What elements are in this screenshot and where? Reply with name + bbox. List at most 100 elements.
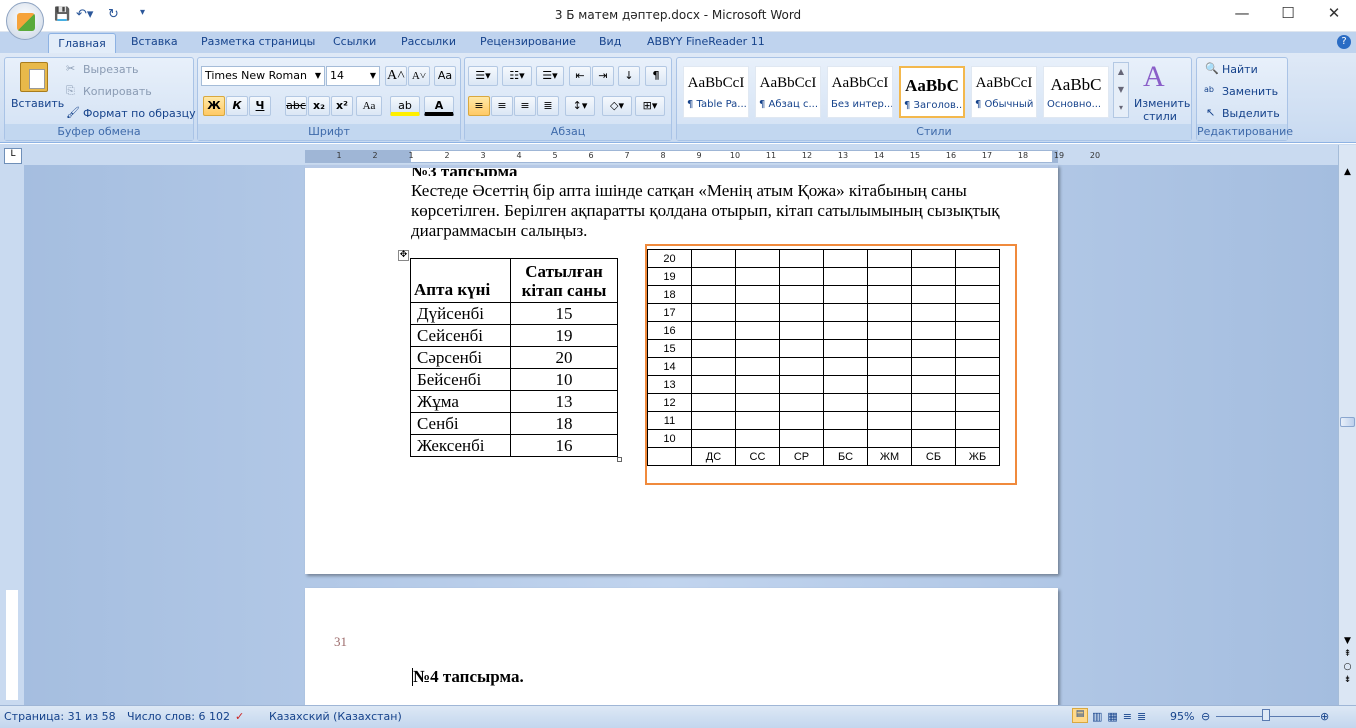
replace-button[interactable]: Заменить bbox=[1222, 85, 1278, 98]
grid-cell[interactable] bbox=[867, 375, 912, 394]
grid-cell[interactable] bbox=[867, 429, 912, 448]
grid-cell[interactable] bbox=[779, 267, 824, 286]
grid-cell[interactable] bbox=[911, 429, 956, 448]
grid-cell[interactable] bbox=[867, 303, 912, 322]
justify-button[interactable]: ≣ bbox=[537, 96, 559, 116]
grid-cell[interactable] bbox=[779, 429, 824, 448]
grid-cell[interactable] bbox=[955, 375, 1000, 394]
numbering-button[interactable]: ☷▾ bbox=[502, 66, 532, 86]
grid-cell[interactable] bbox=[735, 339, 780, 358]
style-body-text[interactable]: AaBbC Основно... bbox=[1043, 66, 1109, 118]
grid-cell[interactable] bbox=[955, 357, 1000, 376]
grid-cell[interactable] bbox=[691, 357, 736, 376]
grid-cell[interactable] bbox=[955, 267, 1000, 286]
grid-cell[interactable] bbox=[867, 411, 912, 430]
grid-cell[interactable] bbox=[691, 267, 736, 286]
grow-font-button[interactable]: A˄ bbox=[385, 66, 407, 86]
grid-cell[interactable] bbox=[823, 321, 868, 340]
increase-indent-button[interactable]: ⇥ bbox=[592, 66, 614, 86]
vertical-ruler[interactable] bbox=[0, 165, 24, 705]
grid-cell[interactable] bbox=[691, 339, 736, 358]
grid-cell[interactable] bbox=[823, 393, 868, 412]
tab-references[interactable]: Ссылки bbox=[333, 35, 376, 48]
grid-cell[interactable] bbox=[823, 249, 868, 268]
grid-cell[interactable] bbox=[867, 393, 912, 412]
grid-cell[interactable] bbox=[735, 249, 780, 268]
close-button[interactable]: ✕ bbox=[1314, 4, 1354, 22]
font-name-select[interactable]: Times New Roman ▼ bbox=[201, 66, 325, 86]
shrink-font-button[interactable]: A˅ bbox=[408, 66, 430, 86]
scroll-up-icon[interactable]: ▲ bbox=[1340, 167, 1355, 181]
sort-button[interactable]: ↓ bbox=[618, 66, 640, 86]
grid-cell[interactable] bbox=[691, 303, 736, 322]
grid-cell[interactable] bbox=[823, 267, 868, 286]
copy-button[interactable]: Копировать bbox=[83, 85, 152, 98]
grid-cell[interactable] bbox=[911, 357, 956, 376]
grid-cell[interactable] bbox=[823, 429, 868, 448]
grid-cell[interactable] bbox=[735, 357, 780, 376]
grid-cell[interactable] bbox=[779, 357, 824, 376]
grid-cell[interactable] bbox=[691, 321, 736, 340]
style-heading[interactable]: AaBbC ¶ Заголов... bbox=[899, 66, 965, 118]
grid-cell[interactable] bbox=[691, 249, 736, 268]
page-count[interactable]: Страница: 31 из 58 bbox=[4, 710, 116, 723]
underline-button[interactable]: Ч bbox=[249, 96, 271, 116]
grid-cell[interactable] bbox=[911, 303, 956, 322]
superscript-button[interactable]: x² bbox=[331, 96, 353, 116]
format-painter-button[interactable]: Формат по образцу bbox=[83, 107, 196, 120]
grid-cell[interactable] bbox=[911, 375, 956, 394]
grid-cell[interactable] bbox=[735, 411, 780, 430]
highlight-button[interactable]: ab bbox=[390, 96, 420, 116]
grid-cell[interactable] bbox=[867, 357, 912, 376]
grid-cell[interactable] bbox=[779, 411, 824, 430]
maximize-button[interactable]: ☐ bbox=[1268, 4, 1308, 22]
grid-cell[interactable] bbox=[911, 321, 956, 340]
vertical-scrollbar[interactable]: ▲ ▼ ⇞ ○ ⇟ bbox=[1338, 145, 1356, 705]
grid-cell[interactable] bbox=[955, 429, 1000, 448]
grid-cell[interactable] bbox=[867, 321, 912, 340]
grid-cell[interactable] bbox=[867, 249, 912, 268]
paste-icon[interactable] bbox=[20, 62, 48, 92]
grid-cell[interactable] bbox=[823, 339, 868, 358]
grid-cell[interactable] bbox=[955, 249, 1000, 268]
grid-cell[interactable] bbox=[691, 375, 736, 394]
grid-cell[interactable] bbox=[911, 249, 956, 268]
grid-cell[interactable] bbox=[779, 375, 824, 394]
multilevel-list-button[interactable]: ☰▾ bbox=[536, 66, 564, 86]
decrease-indent-button[interactable]: ⇤ bbox=[569, 66, 591, 86]
grid-cell[interactable] bbox=[955, 321, 1000, 340]
zoom-in-icon[interactable]: ⊕ bbox=[1320, 710, 1329, 723]
grid-cell[interactable] bbox=[955, 285, 1000, 304]
grid-cell[interactable] bbox=[779, 339, 824, 358]
browse-controls[interactable]: ▼ ⇞ ○ ⇟ bbox=[1340, 635, 1355, 687]
tab-page-layout[interactable]: Разметка страницы bbox=[201, 35, 315, 48]
help-icon[interactable]: ? bbox=[1337, 35, 1351, 49]
tab-view[interactable]: Вид bbox=[599, 35, 621, 48]
grid-cell[interactable] bbox=[779, 303, 824, 322]
grid-cell[interactable] bbox=[691, 411, 736, 430]
font-color-button[interactable]: A bbox=[424, 96, 454, 116]
bullets-button[interactable]: ☰▾ bbox=[468, 66, 498, 86]
borders-button[interactable]: ⊞▾ bbox=[635, 96, 665, 116]
align-right-button[interactable]: ≡ bbox=[514, 96, 536, 116]
grid-cell[interactable] bbox=[955, 303, 1000, 322]
style-normal[interactable]: AaBbCcI ¶ Обычный bbox=[971, 66, 1037, 118]
change-case-button[interactable]: Aa bbox=[356, 96, 382, 116]
grid-cell[interactable] bbox=[823, 357, 868, 376]
grid-cell[interactable] bbox=[735, 375, 780, 394]
grid-cell[interactable] bbox=[779, 249, 824, 268]
style-no-spacing[interactable]: AaBbCcI Без интер... bbox=[827, 66, 893, 118]
print-layout-view-icon[interactable]: ▤ bbox=[1072, 708, 1088, 723]
grid-cell[interactable] bbox=[823, 411, 868, 430]
align-left-button[interactable]: ≡ bbox=[468, 96, 490, 116]
grid-cell[interactable] bbox=[867, 285, 912, 304]
grid-cell[interactable] bbox=[691, 285, 736, 304]
grid-cell[interactable] bbox=[823, 285, 868, 304]
table-move-handle[interactable]: ✥ bbox=[398, 250, 409, 261]
view-buttons[interactable]: ▥▦≡≣ bbox=[1092, 710, 1151, 723]
grid-cell[interactable] bbox=[735, 285, 780, 304]
grid-cell[interactable] bbox=[955, 411, 1000, 430]
italic-button[interactable]: К bbox=[226, 96, 248, 116]
grid-cell[interactable] bbox=[911, 285, 956, 304]
minimize-button[interactable]: — bbox=[1222, 4, 1262, 22]
